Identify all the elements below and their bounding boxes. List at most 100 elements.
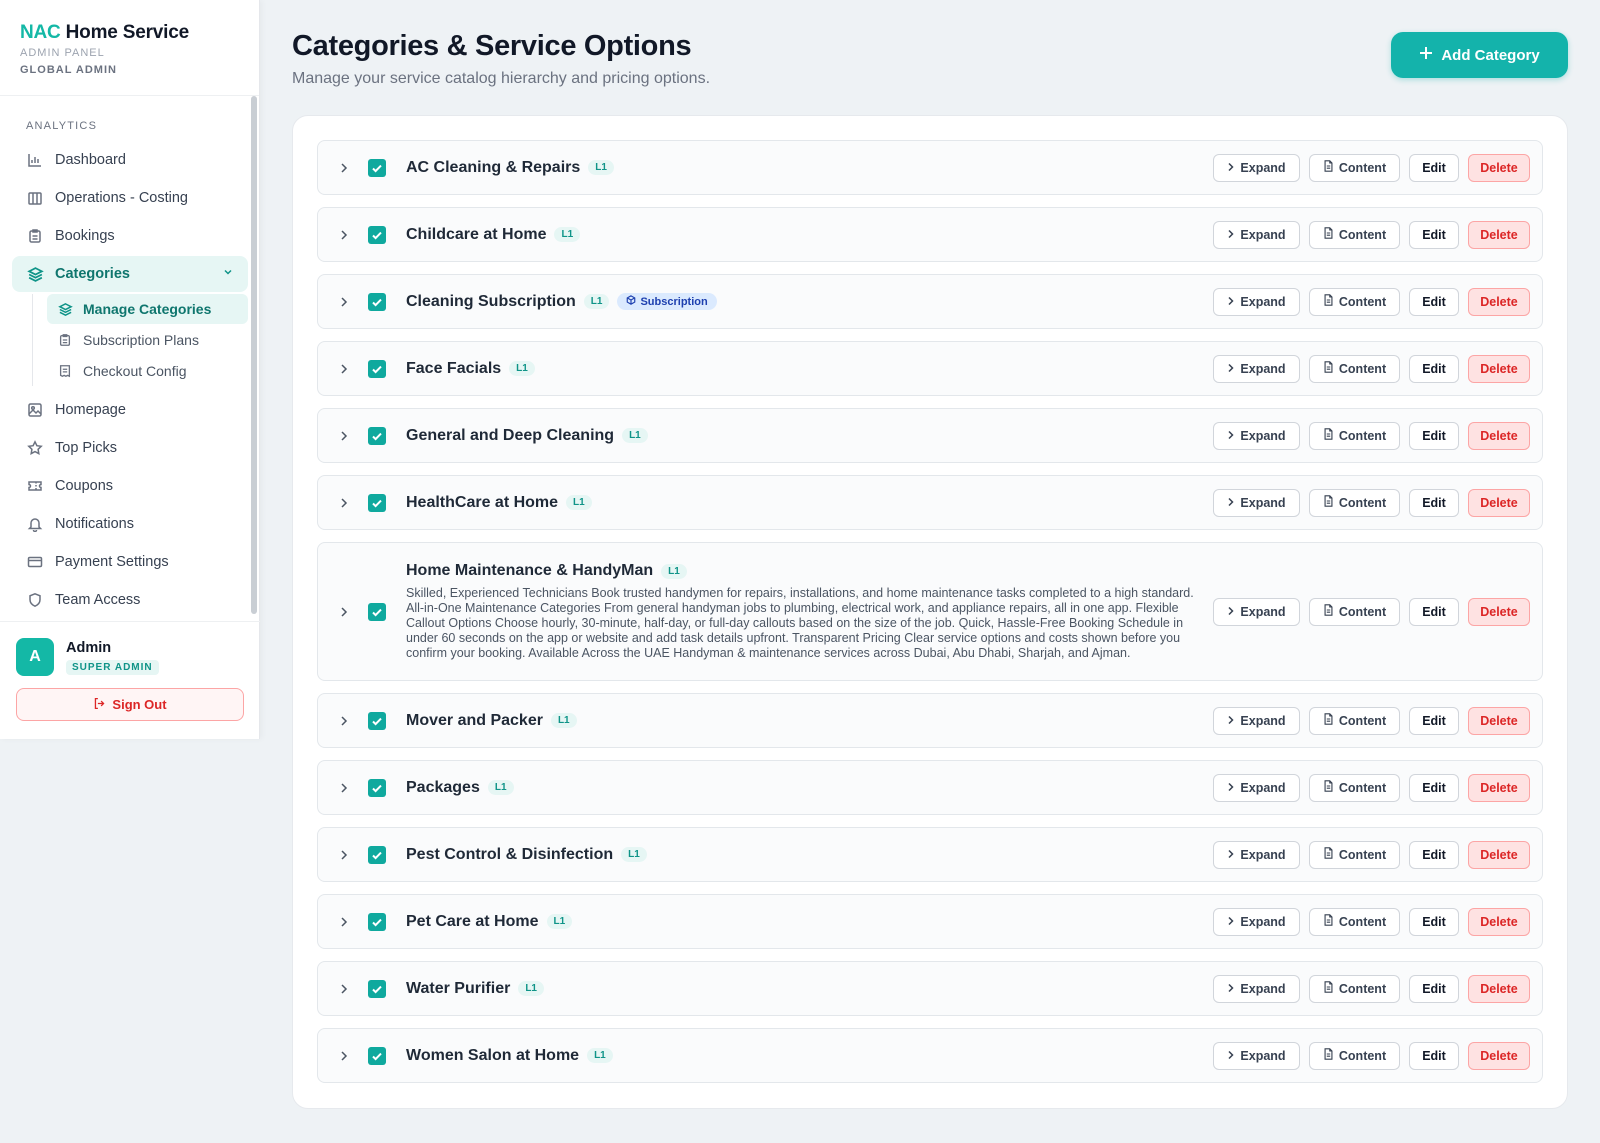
chevron-right-icon[interactable] [334, 916, 354, 928]
edit-button[interactable]: Edit [1409, 907, 1459, 936]
delete-button[interactable]: Delete [1468, 421, 1530, 450]
expand-button[interactable]: Expand [1213, 597, 1300, 626]
chevron-right-icon[interactable] [334, 363, 354, 375]
sidebar-item-bookings[interactable]: Bookings [12, 218, 248, 254]
category-checkbox[interactable] [368, 359, 386, 378]
sidebar-item-operations-costing[interactable]: Operations - Costing [12, 180, 248, 216]
category-row[interactable]: Childcare at Home L1 Expand Content Edit… [317, 207, 1543, 262]
sidebar-item-dashboard[interactable]: Dashboard [12, 142, 248, 178]
category-checkbox[interactable] [368, 602, 386, 621]
content-button[interactable]: Content [1309, 1041, 1400, 1070]
category-checkbox[interactable] [368, 426, 386, 445]
edit-button[interactable]: Edit [1409, 153, 1459, 182]
content-button[interactable]: Content [1309, 220, 1400, 249]
category-checkbox[interactable] [368, 711, 386, 730]
edit-button[interactable]: Edit [1409, 840, 1459, 869]
edit-button[interactable]: Edit [1409, 287, 1459, 316]
content-button[interactable]: Content [1309, 907, 1400, 936]
expand-button[interactable]: Expand [1213, 488, 1300, 517]
edit-button[interactable]: Edit [1409, 1041, 1459, 1070]
category-checkbox[interactable] [368, 979, 386, 998]
delete-button[interactable]: Delete [1468, 597, 1530, 626]
content-button[interactable]: Content [1309, 706, 1400, 735]
edit-button[interactable]: Edit [1409, 488, 1459, 517]
content-button[interactable]: Content [1309, 773, 1400, 802]
edit-button[interactable]: Edit [1409, 421, 1459, 450]
expand-button[interactable]: Expand [1213, 1041, 1300, 1070]
category-checkbox[interactable] [368, 778, 386, 797]
chevron-right-icon[interactable] [334, 782, 354, 794]
edit-button[interactable]: Edit [1409, 706, 1459, 735]
category-row[interactable]: Water Purifier L1 Expand Content Edit De… [317, 961, 1543, 1016]
category-checkbox[interactable] [368, 912, 386, 931]
content-button[interactable]: Content [1309, 597, 1400, 626]
expand-button[interactable]: Expand [1213, 840, 1300, 869]
expand-button[interactable]: Expand [1213, 220, 1300, 249]
category-checkbox[interactable] [368, 845, 386, 864]
chevron-right-icon[interactable] [334, 983, 354, 995]
sidebar-item-coupons[interactable]: Coupons [12, 468, 248, 504]
delete-button[interactable]: Delete [1468, 354, 1530, 383]
chevron-right-icon[interactable] [334, 430, 354, 442]
sidebar-item-subscription-plans[interactable]: Subscription Plans [47, 325, 248, 355]
content-button[interactable]: Content [1309, 287, 1400, 316]
expand-button[interactable]: Expand [1213, 421, 1300, 450]
category-row[interactable]: Mover and Packer L1 Expand Content Edit … [317, 693, 1543, 748]
category-checkbox[interactable] [368, 1046, 386, 1065]
chevron-right-icon[interactable] [334, 849, 354, 861]
delete-button[interactable]: Delete [1468, 287, 1530, 316]
category-row[interactable]: Pet Care at Home L1 Expand Content Edit … [317, 894, 1543, 949]
sign-out-button[interactable]: Sign Out [16, 688, 244, 721]
delete-button[interactable]: Delete [1468, 840, 1530, 869]
sidebar-item-manage-categories[interactable]: Manage Categories [47, 294, 248, 324]
category-row[interactable]: General and Deep Cleaning L1 Expand Cont… [317, 408, 1543, 463]
delete-button[interactable]: Delete [1468, 974, 1530, 1003]
category-row[interactable]: HealthCare at Home L1 Expand Content Edi… [317, 475, 1543, 530]
chevron-right-icon[interactable] [334, 296, 354, 308]
content-button[interactable]: Content [1309, 974, 1400, 1003]
content-button[interactable]: Content [1309, 354, 1400, 383]
sidebar-item-top-picks[interactable]: Top Picks [12, 430, 248, 466]
delete-button[interactable]: Delete [1468, 1041, 1530, 1070]
delete-button[interactable]: Delete [1468, 773, 1530, 802]
expand-button[interactable]: Expand [1213, 354, 1300, 383]
category-row[interactable]: Pest Control & Disinfection L1 Expand Co… [317, 827, 1543, 882]
category-row[interactable]: Face Facials L1 Expand Content Edit Dele… [317, 341, 1543, 396]
category-checkbox[interactable] [368, 225, 386, 244]
expand-button[interactable]: Expand [1213, 907, 1300, 936]
expand-button[interactable]: Expand [1213, 974, 1300, 1003]
delete-button[interactable]: Delete [1468, 488, 1530, 517]
sidebar-item-team-access[interactable]: Team Access [12, 582, 248, 618]
category-checkbox[interactable] [368, 158, 386, 177]
content-button[interactable]: Content [1309, 153, 1400, 182]
chevron-right-icon[interactable] [334, 715, 354, 727]
sidebar-item-categories[interactable]: Categories [12, 256, 248, 292]
chevron-right-icon[interactable] [334, 497, 354, 509]
chevron-right-icon[interactable] [334, 229, 354, 241]
chevron-right-icon[interactable] [334, 606, 354, 618]
content-button[interactable]: Content [1309, 488, 1400, 517]
edit-button[interactable]: Edit [1409, 354, 1459, 383]
expand-button[interactable]: Expand [1213, 773, 1300, 802]
expand-button[interactable]: Expand [1213, 706, 1300, 735]
expand-button[interactable]: Expand [1213, 153, 1300, 182]
delete-button[interactable]: Delete [1468, 706, 1530, 735]
delete-button[interactable]: Delete [1468, 907, 1530, 936]
content-button[interactable]: Content [1309, 421, 1400, 450]
edit-button[interactable]: Edit [1409, 220, 1459, 249]
category-row[interactable]: Packages L1 Expand Content Edit Delete [317, 760, 1543, 815]
chevron-right-icon[interactable] [334, 1050, 354, 1062]
expand-button[interactable]: Expand [1213, 287, 1300, 316]
category-checkbox[interactable] [368, 292, 386, 311]
edit-button[interactable]: Edit [1409, 974, 1459, 1003]
sidebar-item-checkout-config[interactable]: Checkout Config [47, 356, 248, 386]
content-button[interactable]: Content [1309, 840, 1400, 869]
sidebar-item-homepage[interactable]: Homepage [12, 392, 248, 428]
chevron-right-icon[interactable] [334, 162, 354, 174]
category-row[interactable]: Home Maintenance & HandyMan L1 Skilled, … [317, 542, 1543, 681]
edit-button[interactable]: Edit [1409, 597, 1459, 626]
delete-button[interactable]: Delete [1468, 220, 1530, 249]
edit-button[interactable]: Edit [1409, 773, 1459, 802]
category-checkbox[interactable] [368, 493, 386, 512]
category-row[interactable]: Women Salon at Home L1 Expand Content Ed… [317, 1028, 1543, 1083]
